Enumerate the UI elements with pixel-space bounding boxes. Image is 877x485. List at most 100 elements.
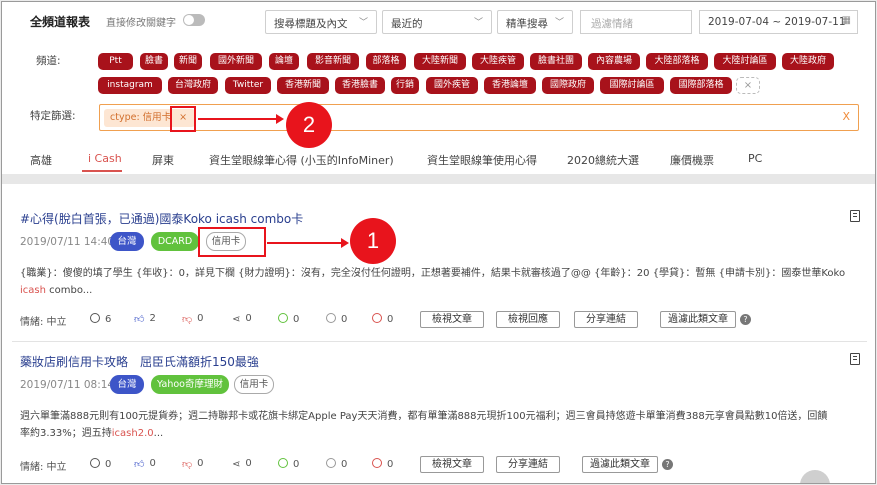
channel-chip[interactable]: instagram	[98, 77, 162, 94]
region-tag[interactable]: 台灣	[110, 232, 144, 251]
channel-chip[interactable]: 內容農場	[588, 53, 640, 70]
channel-chip[interactable]: 論壇	[269, 53, 299, 70]
channel-chip-list: Ptt 臉書 新聞 國外新聞 論壇 影音新聞 部落格 大陸新聞 大陸疾管 臉書社…	[98, 53, 838, 94]
category-tag[interactable]: 信用卡	[234, 375, 274, 394]
thumbs-down-icon: 👎︎	[182, 459, 193, 470]
comment-icon	[90, 458, 100, 468]
post-date: 2019/07/11 08:14	[20, 379, 115, 391]
toggle-label: 直接修改關鍵字	[106, 18, 176, 29]
clear-filter-icon[interactable]: X	[842, 110, 850, 123]
smile-icon	[278, 458, 288, 468]
date-range-picker[interactable]: 2019-07-04 ~ 2019-07-11 ▦	[699, 10, 858, 34]
source-tag[interactable]: Yahoo奇摩理財	[151, 375, 229, 394]
toolbar: 全頻道報表 直接修改關鍵字 搜尋標題及內文 ﹀ 最近的 ﹀ 精準搜尋 ﹀ 過濾情…	[2, 10, 875, 34]
document-icon[interactable]	[850, 353, 860, 365]
close-icon[interactable]: ×	[736, 77, 760, 94]
tab-eyeliner-infominer[interactable]: 資生堂眼線筆心得 (小玉的InfoMiner)	[209, 152, 394, 168]
sentiment-filter-input[interactable]: 過濾情緒	[580, 10, 692, 34]
angry-value: 0	[387, 314, 394, 325]
angry-count: 0	[372, 313, 393, 325]
annotation-box-1	[198, 227, 266, 257]
dislike-value: 0	[197, 458, 204, 469]
excerpt-text: {職業}：傻傻的填了學生 {年收}：0，詳見下欄 {財力證明}：沒有，完全沒付任…	[20, 268, 846, 279]
share-link-button[interactable]: 分享連結	[496, 456, 560, 473]
post-excerpt: {職業}：傻傻的填了學生 {年收}：0，詳見下欄 {財力證明}：沒有，完全沒付任…	[20, 265, 860, 299]
channel-chip[interactable]: 國際部落格	[670, 77, 732, 94]
channel-chip[interactable]: 台灣政府	[168, 77, 218, 94]
post-item: #心得(脫白首張，已通過)國泰Koko icash combo卡 2019/07…	[20, 210, 860, 330]
excerpt-highlight: icash2.0	[111, 428, 154, 439]
like-value: 2	[149, 313, 156, 324]
channel-chip[interactable]: 香港新聞	[277, 77, 329, 94]
annotation-box-2	[170, 106, 196, 132]
tab-2020-election[interactable]: 2020總統大選	[567, 152, 639, 168]
comment-icon	[90, 313, 100, 323]
happy-value: 0	[293, 314, 300, 325]
comment-value: 6	[105, 314, 112, 325]
tab-pingtung[interactable]: 屏東	[152, 152, 174, 168]
channel-chip[interactable]: Ptt	[98, 53, 133, 70]
filter-similar-button[interactable]: 過濾此類文章	[582, 456, 658, 473]
view-article-button[interactable]: 檢視文章	[420, 456, 484, 473]
filter-chip-label: ctype: 信用卡	[110, 112, 172, 123]
tab-cheap-tickets[interactable]: 廉價機票	[670, 152, 714, 168]
sentiment-label: 情緒: 中立	[20, 462, 67, 473]
channel-chip[interactable]: 行銷	[391, 77, 419, 94]
happy-value: 0	[293, 459, 300, 470]
date-range-value: 2019-07-04 ~ 2019-07-11	[708, 16, 846, 28]
tab-eyeliner-review[interactable]: 資生堂眼線筆使用心得	[427, 152, 537, 168]
share-count: ⋖ 0	[232, 313, 252, 325]
post-meta: 2019/07/11 08:14 台灣 Yahoo奇摩理財 信用卡	[20, 375, 720, 395]
channel-chip[interactable]: 大陸政府	[782, 53, 834, 70]
view-article-button[interactable]: 檢視文章	[420, 311, 484, 328]
happy-count: 0	[278, 458, 299, 470]
channel-chip[interactable]: 大陸新聞	[414, 53, 466, 70]
channel-chip[interactable]: 部落格	[366, 53, 406, 70]
search-scope-select[interactable]: 搜尋標題及內文 ﹀	[265, 10, 377, 34]
help-icon[interactable]: ?	[662, 459, 673, 470]
channel-chip[interactable]: 香港臉書	[335, 77, 385, 94]
channel-chip[interactable]: 國際討論區	[600, 77, 664, 94]
region-tag[interactable]: 台灣	[110, 375, 144, 394]
channel-chip[interactable]: 大陸疾管	[472, 53, 524, 70]
like-value: 0	[149, 458, 156, 469]
channel-chip[interactable]: 國外疾管	[426, 77, 478, 94]
tab-pc[interactable]: PC	[748, 152, 762, 165]
edit-keyword-toggle[interactable]	[183, 14, 205, 26]
like-count: 👍︎ 2	[134, 313, 156, 325]
share-count: ⋖ 0	[232, 458, 252, 470]
annotation-marker-2: 2	[286, 102, 332, 148]
search-mode-select[interactable]: 精準搜尋 ﹀	[497, 10, 573, 34]
share-value: 0	[245, 313, 252, 324]
channel-chip[interactable]: 影音新聞	[307, 53, 359, 70]
chevron-down-icon: ﹀	[358, 18, 368, 28]
annotation-marker-1: 1	[350, 218, 396, 264]
sort-select[interactable]: 最近的 ﹀	[382, 10, 492, 34]
post-title[interactable]: 藥妝店刷信用卡攻略 屈臣氏滿額折150最強	[20, 353, 259, 370]
search-mode-value: 精準搜尋	[506, 18, 548, 30]
channel-chip[interactable]: 香港論壇	[484, 77, 536, 94]
tab-kaohsiung[interactable]: 高雄	[30, 152, 52, 168]
share-icon: ⋖	[232, 314, 241, 325]
channel-chip[interactable]: 臉書社團	[530, 53, 582, 70]
channel-chip[interactable]: 大陸討論區	[714, 53, 776, 70]
channel-chip[interactable]: 大陸部落格	[646, 53, 708, 70]
help-icon[interactable]: ?	[740, 314, 751, 325]
source-tag[interactable]: DCARD	[151, 232, 199, 251]
sentiment-label: 情緒: 中立	[20, 317, 67, 328]
channel-chip[interactable]: 國際政府	[542, 77, 594, 94]
view-replies-button[interactable]: 檢視回應	[496, 311, 560, 328]
channel-chip[interactable]: 臉書	[140, 53, 168, 70]
angry-value: 0	[387, 459, 394, 470]
tab-icash[interactable]: i Cash	[88, 152, 122, 165]
like-count: 👍︎ 0	[134, 458, 156, 470]
filter-similar-button[interactable]: 過濾此類文章	[660, 311, 736, 328]
channel-chip[interactable]: 新聞	[174, 53, 202, 70]
channel-chip[interactable]: 國外新聞	[210, 53, 262, 70]
post-title[interactable]: #心得(脫白首張，已通過)國泰Koko icash combo卡	[20, 210, 303, 227]
document-icon[interactable]	[850, 210, 860, 222]
neutral-face-icon	[326, 313, 336, 323]
post-actions: 情緒: 中立 6 👍︎ 2 👎︎ 0 ⋖ 0 0 0 0 檢視文章 檢視回應 分享連結…	[20, 311, 780, 329]
share-link-button[interactable]: 分享連結	[574, 311, 638, 328]
channel-chip[interactable]: Twitter	[225, 77, 271, 94]
